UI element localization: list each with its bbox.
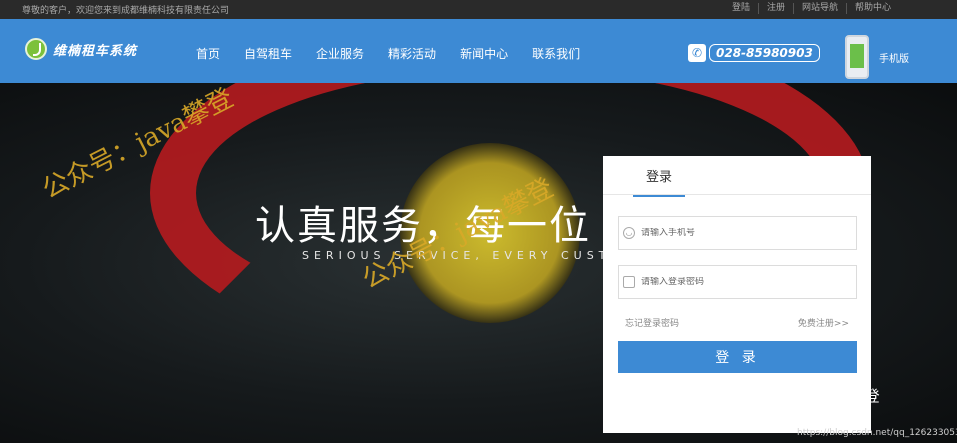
top-link-register[interactable]: 注册 (757, 3, 793, 14)
wechat-brand: Java攀登 (790, 385, 880, 406)
user-icon: ◡ (623, 227, 635, 239)
password-input[interactable] (641, 277, 841, 287)
hotline: ✆ 028-85980903 (688, 44, 820, 62)
top-link-help[interactable]: 帮助中心 (845, 3, 899, 14)
phone-input[interactable] (641, 228, 841, 238)
password-field[interactable] (618, 265, 857, 299)
smartphone-icon (845, 35, 869, 79)
logo-text: 维楠租车系统 (53, 43, 138, 59)
top-links: 登陆 注册 网站导航 帮助中心 (724, 3, 899, 14)
logo[interactable]: 维楠租车系统 (25, 38, 137, 60)
mobile-version-label: 手机版 (879, 53, 909, 65)
login-divider (603, 194, 871, 195)
brand-name: Java攀登 (818, 387, 880, 405)
main-menu: 首页 自驾租车 企业服务 精彩活动 新闻中心 联系我们 (196, 45, 604, 62)
tab-login[interactable]: 登录 (633, 166, 685, 197)
top-bar: 尊敬的客户，欢迎您来到成都维楠科技有限责任公司 登陆 注册 网站导航 帮助中心 (0, 0, 957, 19)
hotline-number: 028-85980903 (709, 44, 820, 62)
main-header: 维楠租车系统 首页 自驾租车 企业服务 精彩活动 新闻中心 联系我们 ✆ 028… (0, 19, 957, 83)
menu-item-self-drive[interactable]: 自驾租车 (244, 45, 292, 62)
top-link-login[interactable]: 登陆 (724, 3, 758, 14)
welcome-text: 尊敬的客户，欢迎您来到成都维楠科技有限责任公司 (22, 6, 230, 16)
source-url: https://blog.csdn.net/qq_1262330535 (797, 428, 957, 438)
menu-item-contact[interactable]: 联系我们 (532, 45, 580, 62)
logo-icon (25, 38, 47, 60)
mobile-version-link[interactable]: 手机版 (845, 35, 909, 79)
forgot-password-link[interactable]: 忘记登录密码 (625, 316, 679, 329)
menu-item-events[interactable]: 精彩活动 (388, 45, 436, 62)
phone-icon: ✆ (688, 44, 706, 62)
menu-item-home[interactable]: 首页 (196, 45, 220, 62)
lock-icon (623, 276, 635, 288)
menu-item-enterprise[interactable]: 企业服务 (316, 45, 364, 62)
wechat-icon (790, 387, 810, 404)
login-button[interactable]: 登 录 (618, 341, 857, 373)
free-register-link[interactable]: 免费注册>> (798, 316, 849, 329)
phone-field[interactable]: ◡ (618, 216, 857, 250)
menu-item-news[interactable]: 新闻中心 (460, 45, 508, 62)
top-link-sitemap[interactable]: 网站导航 (792, 3, 846, 14)
